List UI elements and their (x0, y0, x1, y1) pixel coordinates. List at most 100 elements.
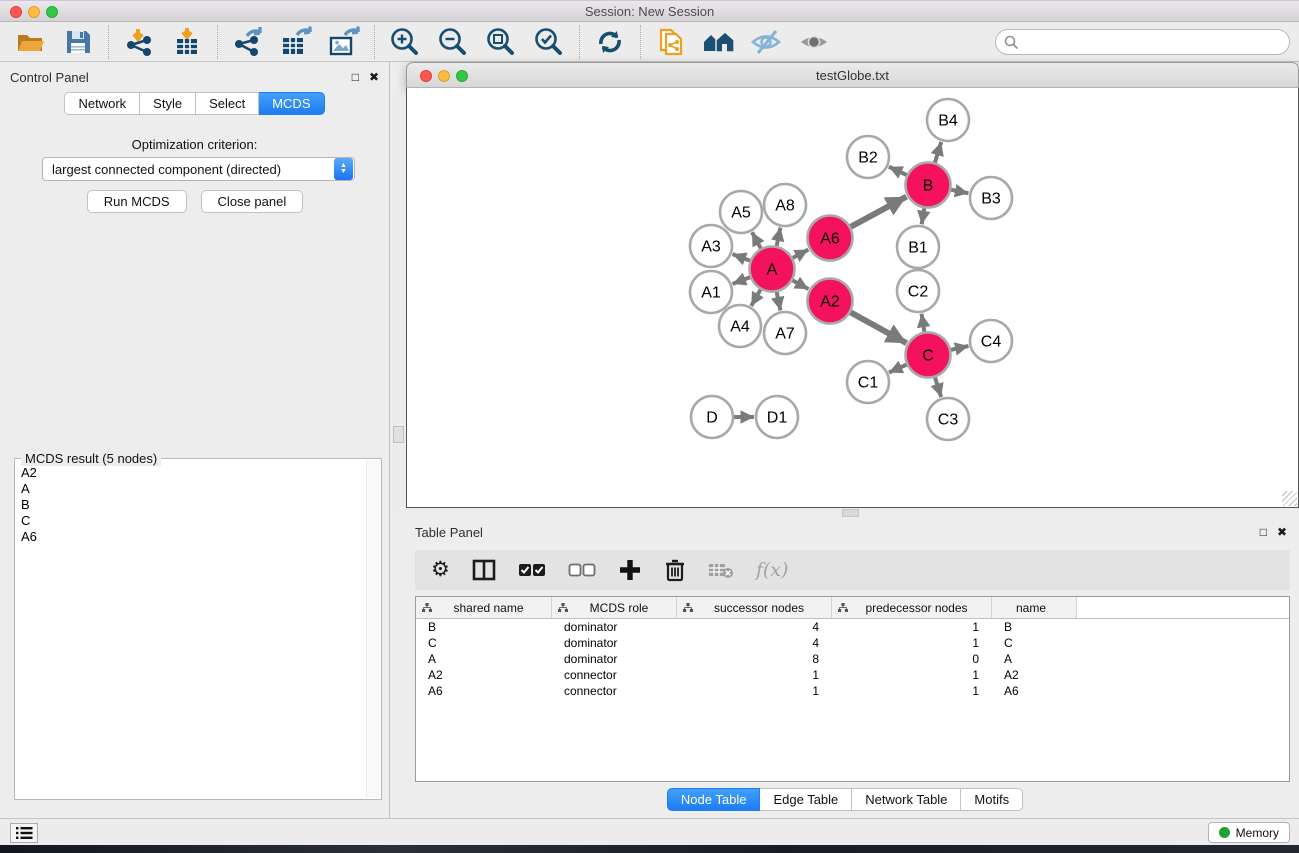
table-cell[interactable]: A (992, 652, 1077, 666)
table-cell[interactable]: A (416, 652, 552, 666)
save-session-button[interactable] (61, 25, 95, 59)
tab-node-table[interactable]: Node Table (667, 788, 761, 811)
graph-node-A1[interactable]: A1 (690, 271, 732, 313)
graph-node-B1[interactable]: B1 (897, 226, 939, 268)
import-network-button[interactable] (122, 25, 156, 59)
graph-node-A[interactable]: A (750, 247, 795, 292)
graph-node-A5[interactable]: A5 (720, 191, 762, 233)
zoom-in-button[interactable] (388, 25, 422, 59)
zoom-selected-button[interactable] (532, 25, 566, 59)
column-header-name[interactable]: name (992, 597, 1077, 618)
table-cell[interactable]: 8 (677, 652, 832, 666)
graph-node-B3[interactable]: B3 (970, 177, 1012, 219)
float-panel-icon[interactable]: □ (352, 70, 359, 84)
table-cell[interactable]: 4 (677, 636, 832, 650)
table-row[interactable]: A2connector11A2 (416, 667, 1289, 683)
search-box[interactable] (995, 29, 1290, 55)
delete-columns-icon[interactable] (664, 558, 686, 582)
table-cell[interactable]: 1 (832, 684, 992, 698)
graph-node-A2[interactable]: A2 (808, 279, 853, 324)
table-cell[interactable]: 1 (832, 668, 992, 682)
show-column-icon[interactable] (472, 559, 496, 581)
column-header-shared-name[interactable]: shared name (416, 597, 552, 618)
export-table-button[interactable] (279, 25, 313, 59)
graph-node-C3[interactable]: C3 (927, 398, 969, 440)
table-row[interactable]: Cdominator41C (416, 635, 1289, 651)
close-table-panel-icon[interactable]: ✖ (1277, 525, 1287, 539)
table-cell[interactable]: 4 (677, 620, 832, 634)
close-panel-icon[interactable]: ✖ (369, 70, 379, 84)
table-cell[interactable]: 1 (677, 668, 832, 682)
graph-node-C[interactable]: C (906, 333, 951, 378)
table-cell[interactable]: C (416, 636, 552, 650)
memory-button[interactable]: Memory (1208, 822, 1290, 843)
graph-node-D[interactable]: D (691, 396, 733, 438)
mcds-result-item[interactable]: A2 (16, 465, 366, 481)
float-table-panel-icon[interactable]: □ (1260, 525, 1267, 539)
mcds-result-item[interactable]: B (16, 497, 366, 513)
tab-motifs[interactable]: Motifs (961, 788, 1023, 811)
network-canvas[interactable]: B4B2BB3A8A5A6A3B1AA1C2A2A4A7C4CC1C3DD1 (406, 88, 1299, 508)
zoom-fit-button[interactable] (484, 25, 518, 59)
vertical-divider-grip[interactable] (393, 426, 404, 443)
table-cell[interactable]: 1 (677, 684, 832, 698)
table-cell[interactable]: dominator (552, 620, 677, 634)
horizontal-divider-grip[interactable] (842, 509, 859, 517)
column-header-predecessor-nodes[interactable]: predecessor nodes (832, 597, 992, 618)
table-cell[interactable]: connector (552, 684, 677, 698)
open-session-button[interactable] (13, 25, 47, 59)
table-row[interactable]: Bdominator41B (416, 619, 1289, 635)
column-header-MCDS-role[interactable]: MCDS role (552, 597, 677, 618)
table-cell[interactable]: dominator (552, 636, 677, 650)
table-cell[interactable]: A6 (416, 684, 552, 698)
table-cell[interactable]: A2 (992, 668, 1077, 682)
graph-node-A6[interactable]: A6 (808, 216, 853, 261)
tab-style[interactable]: Style (140, 92, 196, 115)
column-header-successor-nodes[interactable]: successor nodes (677, 597, 832, 618)
graph-node-A8[interactable]: A8 (764, 184, 806, 226)
table-cell[interactable]: 0 (832, 652, 992, 666)
close-panel-button[interactable]: Close panel (201, 190, 304, 213)
function-builder-icon[interactable]: f(x) (756, 559, 789, 581)
table-cell[interactable]: connector (552, 668, 677, 682)
table-cell[interactable]: 1 (832, 636, 992, 650)
graph-node-C4[interactable]: C4 (970, 320, 1012, 362)
graph-node-A3[interactable]: A3 (690, 225, 732, 267)
table-cell[interactable]: C (992, 636, 1077, 650)
table-cell[interactable]: B (992, 620, 1077, 634)
graph-node-B4[interactable]: B4 (927, 99, 969, 141)
graph-node-D1[interactable]: D1 (756, 396, 798, 438)
table-row[interactable]: Adominator80A (416, 651, 1289, 667)
run-mcds-button[interactable]: Run MCDS (87, 190, 187, 213)
graph-node-B2[interactable]: B2 (847, 136, 889, 178)
graph-node-C2[interactable]: C2 (897, 270, 939, 312)
tab-select[interactable]: Select (196, 92, 259, 115)
table-cell[interactable]: dominator (552, 652, 677, 666)
show-hidden-button[interactable] (798, 25, 832, 59)
import-table-button[interactable] (170, 25, 204, 59)
delete-table-icon[interactable] (708, 561, 734, 579)
graph-node-B[interactable]: B (906, 163, 951, 208)
task-history-button[interactable] (10, 823, 38, 843)
select-all-columns-icon[interactable] (518, 563, 546, 577)
table-cell[interactable]: A6 (992, 684, 1077, 698)
network-from-selection-button[interactable] (654, 25, 688, 59)
table-cell[interactable]: A2 (416, 668, 552, 682)
table-row[interactable]: A6connector11A6 (416, 683, 1289, 699)
unselect-all-columns-icon[interactable] (568, 563, 596, 577)
zoom-out-button[interactable] (436, 25, 470, 59)
tab-mcds[interactable]: MCDS (259, 92, 324, 115)
graph-node-C1[interactable]: C1 (847, 361, 889, 403)
show-all-networks-button[interactable] (702, 25, 736, 59)
mcds-result-scrollbar[interactable] (366, 460, 380, 798)
tab-edge-table[interactable]: Edge Table (760, 788, 852, 811)
refresh-view-button[interactable] (593, 25, 627, 59)
tab-network-table[interactable]: Network Table (852, 788, 961, 811)
optimization-criterion-dropdown[interactable]: largest connected component (directed) ▲… (42, 157, 355, 181)
graph-node-A7[interactable]: A7 (764, 312, 806, 354)
hide-selected-button[interactable] (750, 25, 784, 59)
export-network-button[interactable] (231, 25, 265, 59)
mcds-result-item[interactable]: A6 (16, 529, 366, 545)
network-window-titlebar[interactable]: testGlobe.txt (406, 62, 1299, 88)
search-input[interactable] (1024, 35, 1289, 50)
